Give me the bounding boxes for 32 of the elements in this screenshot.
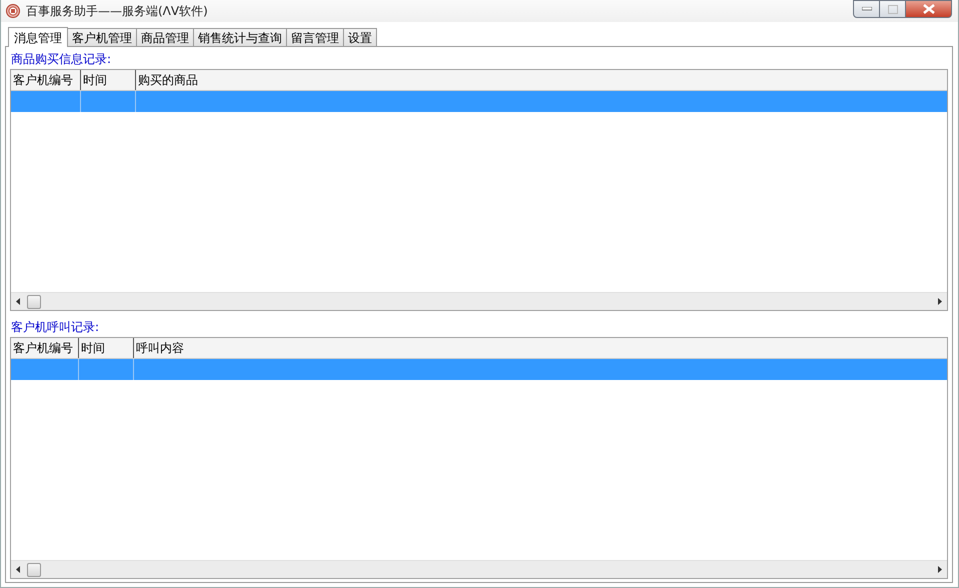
section-label: 客户机呼叫记录: xyxy=(11,319,100,336)
list-view[interactable]: 客户机编号 时间 呼叫内容 xyxy=(10,337,948,579)
tab[interactable]: 客户机管理 xyxy=(67,28,137,46)
column-header[interactable]: 客户机编号 xyxy=(11,70,81,90)
column-header[interactable]: 呼叫内容 xyxy=(134,338,947,358)
horizontal-scrollbar[interactable] xyxy=(11,560,947,578)
column-header[interactable]: 时间 xyxy=(81,70,136,90)
close-button[interactable] xyxy=(906,0,952,18)
tab[interactable]: 销售统计与查询 xyxy=(193,28,287,46)
tab[interactable]: 设置 xyxy=(343,28,377,46)
scroll-right-icon[interactable] xyxy=(938,566,942,573)
column-header[interactable]: 购买的商品 xyxy=(136,70,947,90)
close-icon xyxy=(922,4,934,14)
section-label: 商品购买信息记录: xyxy=(11,51,112,68)
tab[interactable]: 留言管理 xyxy=(286,28,344,46)
scroll-thumb[interactable] xyxy=(27,294,41,308)
horizontal-scrollbar[interactable] xyxy=(11,292,947,310)
maximize-button[interactable] xyxy=(880,0,906,18)
app-icon xyxy=(6,4,20,18)
minimize-icon xyxy=(862,7,872,11)
column-header[interactable]: 客户机编号 xyxy=(11,338,79,358)
scroll-left-icon[interactable] xyxy=(16,298,20,305)
column-header[interactable]: 时间 xyxy=(79,338,134,358)
window-title: 百事服务助手——服务端(ΛV软件) xyxy=(26,2,208,20)
list-view[interactable]: 客户机编号 时间 购买的商品 xyxy=(10,69,948,311)
scroll-right-icon[interactable] xyxy=(938,298,942,305)
minimize-button[interactable] xyxy=(853,0,880,18)
tab[interactable]: 消息管理 xyxy=(8,27,68,47)
scroll-thumb[interactable] xyxy=(27,562,41,576)
tab[interactable]: 商品管理 xyxy=(136,28,194,46)
maximize-icon xyxy=(888,4,898,14)
scroll-left-icon[interactable] xyxy=(16,566,20,573)
